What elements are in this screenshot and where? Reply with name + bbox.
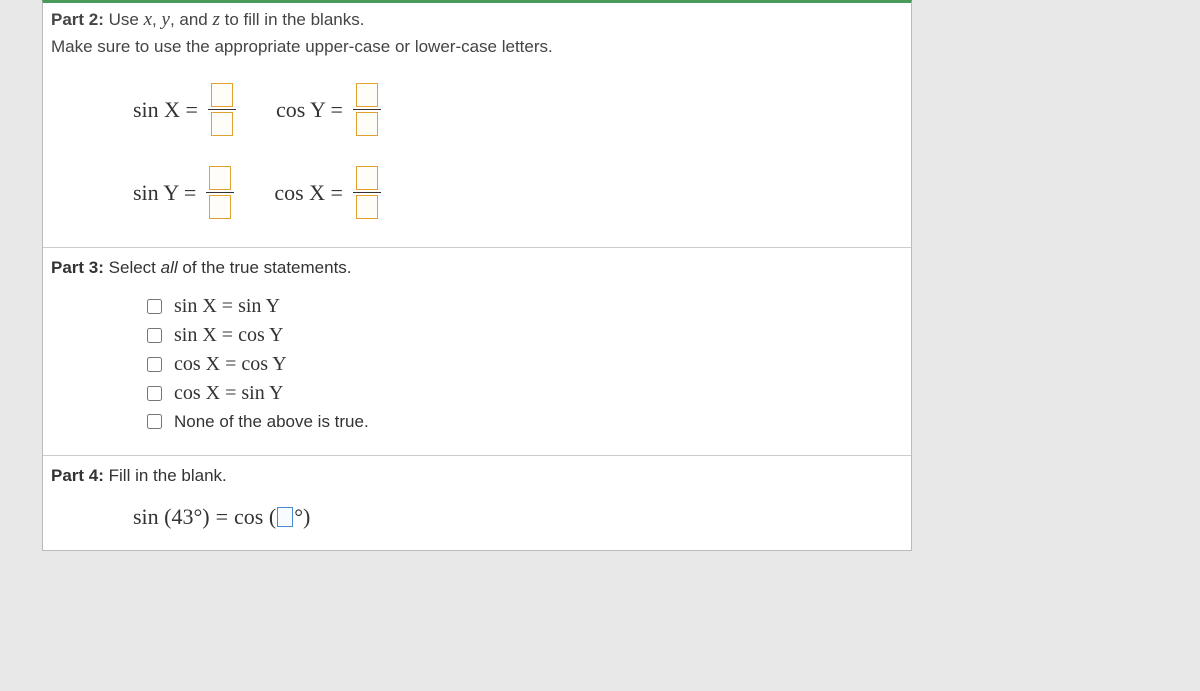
cosy-denominator-input[interactable] (356, 112, 378, 136)
option-2-label: sin X = cos Y (174, 324, 283, 347)
option-3[interactable]: cos X = cos Y (143, 350, 911, 379)
part4-title: Part 4: (51, 466, 104, 485)
fraction-line (353, 109, 381, 110)
option-3-checkbox[interactable] (147, 357, 162, 372)
sinx-numerator-input[interactable] (211, 83, 233, 107)
eq-cosx-label: cos X = (274, 180, 343, 206)
eq-sinx-label: sin X = (133, 97, 198, 123)
fraction-line (208, 109, 236, 110)
part3-options: sin X = sin Y sin X = cos Y cos X = cos … (43, 288, 911, 455)
part2-header: Part 2: Use x, y, and z to fill in the b… (43, 3, 911, 37)
cosy-numerator-input[interactable] (356, 83, 378, 107)
part3-title: Part 3: (51, 258, 104, 277)
siny-numerator-input[interactable] (209, 166, 231, 190)
question-panel: Part 2: Use x, y, and z to fill in the b… (42, 0, 912, 551)
part2-subline: Make sure to use the appropriate upper-c… (43, 37, 911, 65)
option-2[interactable]: sin X = cos Y (143, 321, 911, 350)
part4-rhs-pre: cos ( (234, 504, 276, 530)
part4-header: Part 4: Fill in the blank. (43, 455, 911, 496)
option-5[interactable]: None of the above is true. (143, 408, 911, 435)
option-1-checkbox[interactable] (147, 299, 162, 314)
option-4-label: cos X = sin Y (174, 382, 283, 405)
equals-sign: = (216, 504, 228, 530)
cosx-numerator-input[interactable] (356, 166, 378, 190)
option-4[interactable]: cos X = sin Y (143, 379, 911, 408)
option-4-checkbox[interactable] (147, 386, 162, 401)
part4-expression: sin (43°) = cos ( °) (43, 496, 911, 550)
part4-angle-input[interactable] (277, 507, 293, 527)
option-2-checkbox[interactable] (147, 328, 162, 343)
option-1[interactable]: sin X = sin Y (143, 292, 911, 321)
fraction-line (353, 192, 381, 193)
option-5-checkbox[interactable] (147, 414, 162, 429)
part3-header: Part 3: Select all of the true statement… (43, 247, 911, 288)
option-3-label: cos X = cos Y (174, 353, 287, 376)
eq-siny-label: sin Y = (133, 180, 196, 206)
option-1-label: sin X = sin Y (174, 295, 280, 318)
equations-block: sin X = cos Y = (43, 65, 911, 247)
sinx-denominator-input[interactable] (211, 112, 233, 136)
siny-denominator-input[interactable] (209, 195, 231, 219)
fraction-line (206, 192, 234, 193)
option-5-label: None of the above is true. (174, 412, 369, 432)
part4-lhs: sin (43°) (133, 504, 210, 530)
cosx-denominator-input[interactable] (356, 195, 378, 219)
part4-rhs-post: °) (294, 504, 310, 530)
part2-title: Part 2: (51, 10, 104, 29)
eq-cosy-label: cos Y = (276, 97, 343, 123)
